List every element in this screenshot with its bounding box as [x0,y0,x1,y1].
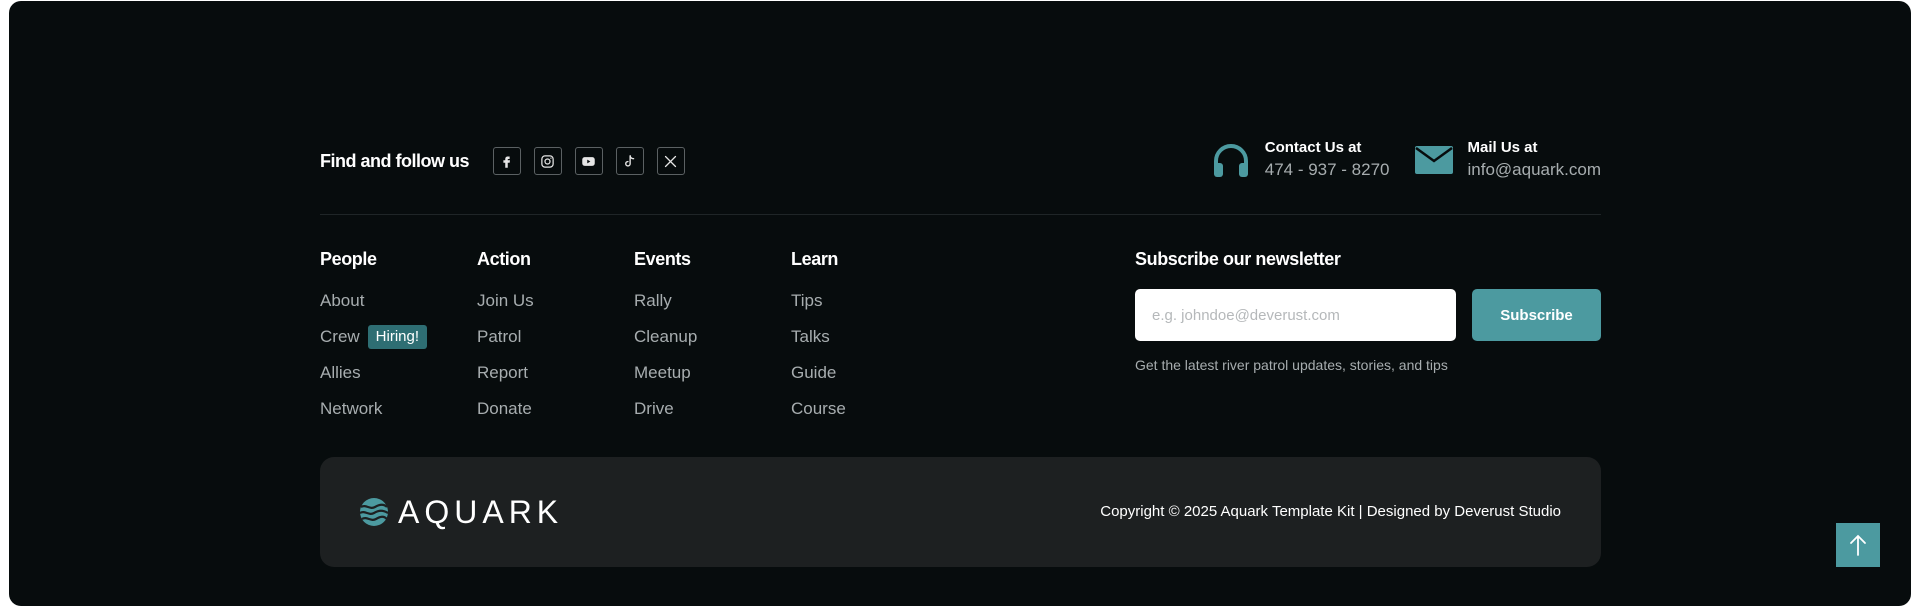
contact-title: Contact Us at [1264,139,1362,156]
phone-number[interactable]: 474 - 937 - 8270 [1265,158,1390,182]
envelope-icon [1414,146,1453,174]
tiktok-link[interactable] [615,147,644,175]
link-patrol[interactable]: Patrol [477,319,534,355]
logo-text: AQUARK [398,494,564,530]
link-report[interactable]: Report [477,355,534,391]
bottom-bar: AQUARK Copyright © 2025 Aquark Template … [320,457,1601,567]
tiktok-icon [625,154,635,167]
newsletter-email-input[interactable] [1135,289,1456,341]
link-network[interactable]: Network [320,391,427,427]
link-drive[interactable]: Drive [634,391,697,427]
newsletter-form: Subscribe [1135,289,1601,341]
footer-section: Find and follow us Contact Us at 474 - 9… [9,1,1911,606]
newsletter: Subscribe our newsletter Subscribe Get t… [1135,247,1601,373]
youtube-link[interactable] [574,147,603,175]
aquark-logo-icon [359,498,389,526]
newsletter-heading: Subscribe our newsletter [1135,249,1341,269]
instagram-link[interactable] [533,147,562,175]
headphones-icon [1213,144,1248,177]
link-join-us[interactable]: Join Us [477,283,534,319]
column-heading: People [320,249,377,269]
link-cleanup[interactable]: Cleanup [634,319,697,355]
facebook-link[interactable] [492,147,521,175]
column-heading: Events [634,249,691,269]
logo[interactable]: AQUARK [359,495,563,529]
divider [320,214,1601,215]
column-action: Action Join Us Patrol Report Donate [477,247,534,427]
link-meetup[interactable]: Meetup [634,355,697,391]
column-heading: Learn [791,249,839,269]
link-talks[interactable]: Talks [791,319,846,355]
follow-label: Find and follow us [320,150,469,171]
column-events: Events Rally Cleanup Meetup Drive [634,247,697,427]
column-learn: Learn Tips Talks Guide Course [791,247,846,427]
facebook-icon [503,156,511,168]
scroll-to-top-button[interactable] [1836,523,1880,567]
contact-info: Contact Us at 474 - 937 - 8270 Mail Us a… [1212,138,1601,182]
link-about[interactable]: About [320,283,427,319]
newsletter-note: Get the latest river patrol updates, sto… [1135,357,1448,373]
link-crew-label: Crew [320,327,360,346]
hiring-badge: Hiring! [367,325,428,349]
x-twitter-icon [665,155,677,167]
link-allies[interactable]: Allies [320,355,427,391]
follow-row: Find and follow us [320,146,685,176]
contact-phone: Contact Us at 474 - 937 - 8270 [1212,138,1390,182]
x-twitter-link[interactable] [656,147,685,175]
column-people: People About Crew Hiring! Allies Network [320,247,428,427]
link-rally[interactable]: Rally [634,283,697,319]
social-links [492,147,685,175]
link-guide[interactable]: Guide [791,355,846,391]
link-course[interactable]: Course [791,391,846,427]
subscribe-button[interactable]: Subscribe [1472,289,1601,341]
mail-title: Mail Us at [1467,139,1538,156]
instagram-icon [541,154,555,168]
link-crew[interactable]: Crew Hiring! [320,319,428,355]
column-heading: Action [477,249,531,269]
footer-container: Find and follow us Contact Us at 474 - 9… [320,1,1601,606]
copyright-text: Copyright © 2025 Aquark Template Kit | D… [1100,503,1561,520]
arrow-up-icon [1850,534,1866,556]
email-address[interactable]: info@aquark.com [1468,158,1602,182]
youtube-icon [582,156,596,166]
link-donate[interactable]: Donate [477,391,534,427]
link-tips[interactable]: Tips [791,283,846,319]
contact-mail: Mail Us at info@aquark.com [1414,138,1602,182]
